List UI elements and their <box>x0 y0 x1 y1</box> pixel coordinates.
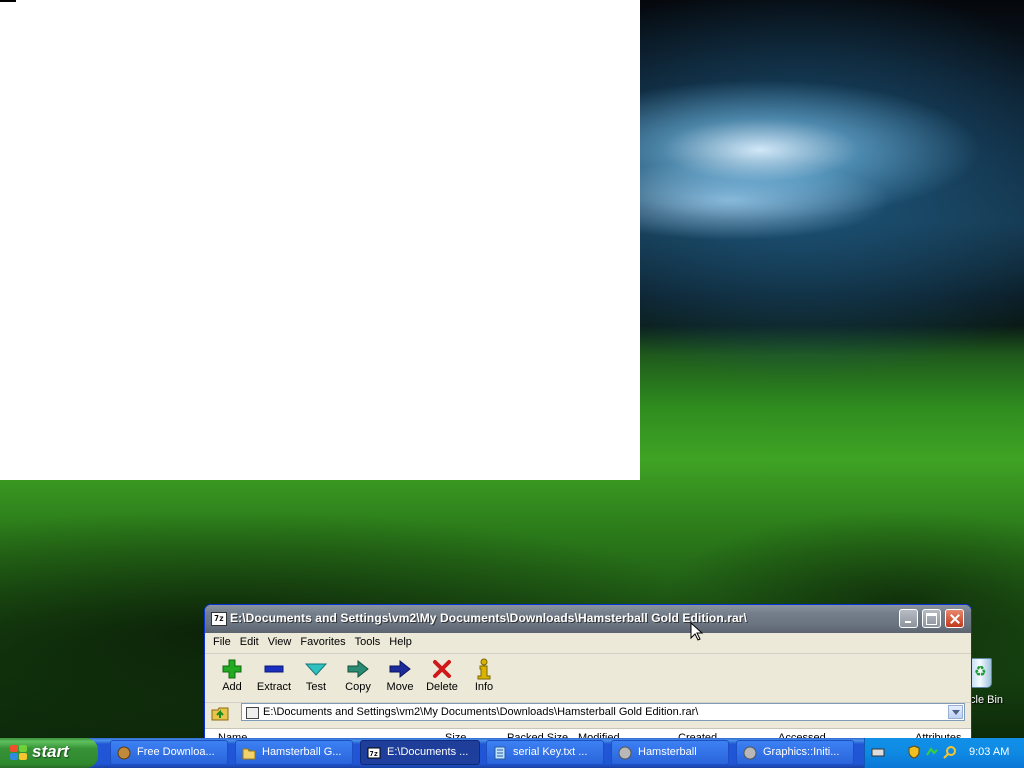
delete-icon <box>421 658 463 680</box>
test-button[interactable]: Test <box>295 654 337 702</box>
extract-button[interactable]: Extract <box>253 654 295 702</box>
notepad-icon <box>493 746 507 760</box>
taskbar-item-hamsterball[interactable]: Hamsterball <box>611 740 729 765</box>
copy-label: Copy <box>345 681 371 693</box>
minimize-button[interactable] <box>899 609 918 628</box>
menu-help[interactable]: Help <box>385 633 417 653</box>
recycle-bin-label: cle Bin <box>970 694 1004 706</box>
windows-logo-icon <box>10 745 28 761</box>
mouse-cursor-icon <box>690 622 704 641</box>
info-button[interactable]: Info <box>463 654 505 702</box>
system-tray: 9:03 AM <box>864 738 1024 768</box>
start-label: start <box>32 742 69 761</box>
browser-icon <box>117 746 131 760</box>
taskbar: start Free Downloa... Hamsterball G... 7… <box>0 738 1024 768</box>
taskbar-item-7zip[interactable]: 7z E:\Documents ... <box>360 740 480 765</box>
info-label: Info <box>474 681 494 693</box>
extract-icon <box>253 658 295 680</box>
maximize-button[interactable] <box>922 609 941 628</box>
test-label: Test <box>305 681 327 693</box>
folder-icon <box>242 746 256 760</box>
hamsterball-icon <box>743 746 757 760</box>
add-label: Add <box>222 681 242 693</box>
move-button[interactable]: Move <box>379 654 421 702</box>
menu-tools[interactable]: Tools <box>351 633 386 653</box>
7zip-app-icon: 7z <box>211 612 227 626</box>
taskbar-item-serial-key[interactable]: serial Key.txt ... <box>486 740 604 765</box>
network-icon[interactable] <box>925 745 939 759</box>
window-title: E:\Documents and Settings\vm2\My Documen… <box>230 611 747 625</box>
7zip-icon: 7z <box>367 746 381 760</box>
toolbar: Add Extract Test Copy Move Delete Info <box>205 654 971 703</box>
copy-icon <box>337 658 379 680</box>
close-button[interactable] <box>945 609 964 628</box>
taskbar-item-label: Hamsterball G... <box>262 746 342 758</box>
menu-view[interactable]: View <box>264 633 297 653</box>
test-icon <box>295 658 337 680</box>
move-label: Move <box>386 681 414 693</box>
delete-button[interactable]: Delete <box>421 654 463 702</box>
copy-button[interactable]: Copy <box>337 654 379 702</box>
title-bar[interactable]: 7z E:\Documents and Settings\vm2\My Docu… <box>205 605 971 633</box>
taskbar-item-label: Graphics::Initi... <box>763 746 840 758</box>
address-path-text: E:\Documents and Settings\vm2\My Documen… <box>263 706 699 718</box>
delete-label: Delete <box>426 681 458 693</box>
folder-up-icon[interactable] <box>211 705 229 721</box>
clock: 9:03 AM <box>969 746 1010 758</box>
svg-text:7z: 7z <box>370 750 378 758</box>
archive-icon <box>246 707 259 719</box>
address-bar: E:\Documents and Settings\vm2\My Documen… <box>205 702 971 724</box>
7zip-file-manager-window[interactable]: 7z E:\Documents and Settings\vm2\My Docu… <box>204 604 972 746</box>
menu-favorites[interactable]: Favorites <box>296 633 350 653</box>
taskbar-item-hamsterball-folder[interactable]: Hamsterball G... <box>235 740 353 765</box>
menu-file[interactable]: File <box>209 633 236 653</box>
taskbar-item-label: E:\Documents ... <box>387 746 469 758</box>
move-icon <box>379 658 421 680</box>
taskbar-item-free-download[interactable]: Free Downloa... <box>110 740 228 765</box>
recycle-symbol-icon: ♻ <box>974 664 987 680</box>
blank-white-window[interactable] <box>0 0 640 480</box>
address-dropdown-button[interactable] <box>948 705 963 719</box>
search-icon[interactable] <box>943 745 957 759</box>
security-shield-icon[interactable] <box>907 745 921 759</box>
keyboard-icon[interactable] <box>871 745 885 759</box>
info-icon <box>463 658 505 680</box>
extract-label: Extract <box>256 681 292 693</box>
add-button[interactable]: Add <box>211 654 253 702</box>
window-corner-mark <box>0 0 16 2</box>
address-path-field[interactable]: E:\Documents and Settings\vm2\My Documen… <box>241 703 965 721</box>
menu-edit[interactable]: Edit <box>236 633 264 653</box>
add-icon <box>211 658 253 680</box>
taskbar-item-label: serial Key.txt ... <box>513 746 588 758</box>
taskbar-item-label: Free Downloa... <box>137 746 215 758</box>
taskbar-item-label: Hamsterball <box>638 746 697 758</box>
taskbar-item-graphics-init[interactable]: Graphics::Initi... <box>736 740 854 765</box>
start-button[interactable]: start <box>0 738 98 768</box>
hamsterball-icon <box>618 746 632 760</box>
menu-bar: File Edit View Favorites Tools Help <box>205 633 971 654</box>
